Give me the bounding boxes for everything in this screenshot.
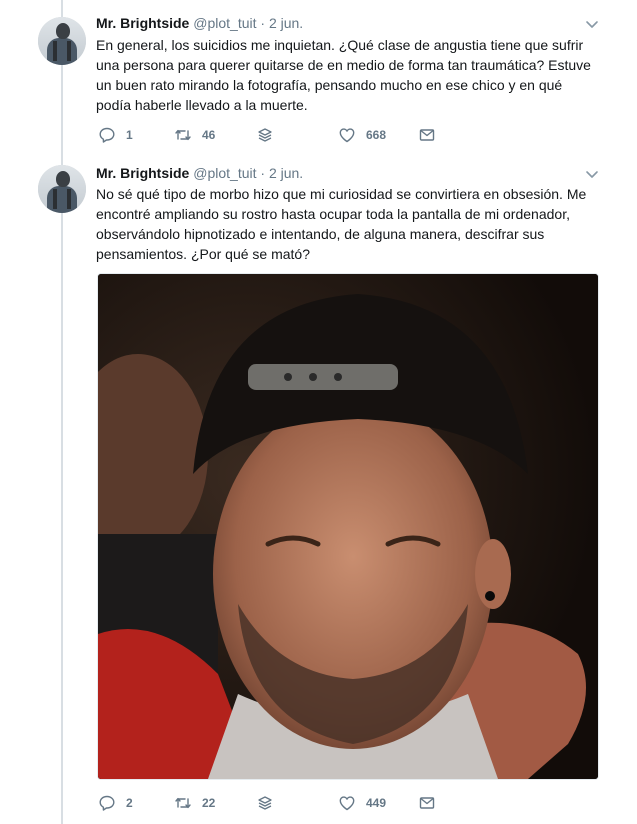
chevron-down-icon[interactable] xyxy=(585,17,599,31)
photo-illustration xyxy=(98,274,598,779)
analytics-icon xyxy=(258,796,272,810)
direct-message-icon xyxy=(419,129,435,141)
tweet-text-line: un buen rato mirando la fotografía, pens… xyxy=(96,77,563,93)
avatar[interactable] xyxy=(38,17,86,65)
tweet-text-line: encontré ampliando su rostro hasta ocupa… xyxy=(96,206,570,222)
retweet-button[interactable]: 46 xyxy=(174,125,215,145)
retweet-count: 46 xyxy=(202,128,216,142)
separator-dot: · xyxy=(260,165,266,181)
tweet-photo[interactable] xyxy=(97,273,599,780)
retweet-icon xyxy=(175,129,191,141)
reply-button[interactable]: 2 xyxy=(98,793,133,813)
tweet-actions: 2 22 449 xyxy=(96,793,516,813)
tweet-header: Mr. Brightside @plot_tuit · 2 jun. xyxy=(96,164,303,182)
like-count: 668 xyxy=(366,128,387,142)
like-button[interactable]: 449 xyxy=(338,793,386,813)
author-name[interactable]: Mr. Brightside xyxy=(96,165,189,181)
heart-icon xyxy=(339,128,355,143)
heart-icon xyxy=(339,796,355,811)
retweet-count: 22 xyxy=(202,796,216,810)
author-handle[interactable]: @plot_tuit xyxy=(193,165,256,181)
separator-dot: · xyxy=(260,15,266,31)
tweet[interactable]: Mr. Brightside @plot_tuit · 2 jun. En ge… xyxy=(0,0,637,155)
tweet-date[interactable]: 2 jun. xyxy=(269,165,303,181)
avatar[interactable] xyxy=(38,165,86,213)
tweet-actions: 1 46 668 xyxy=(96,125,516,145)
retweet-button[interactable]: 22 xyxy=(174,793,215,813)
retweet-icon xyxy=(175,797,191,809)
author-name[interactable]: Mr. Brightside xyxy=(96,15,189,31)
like-count: 449 xyxy=(366,796,387,810)
analytics-button[interactable] xyxy=(256,793,274,813)
direct-message-icon xyxy=(419,797,435,809)
analytics-icon xyxy=(258,128,272,142)
tweet-text-line: podía haberle llevado a la muerte. xyxy=(96,97,308,113)
tweet-text-line: observándolo hipnotizado e intentando, d… xyxy=(96,226,545,242)
reply-count: 1 xyxy=(126,128,133,142)
tweet[interactable]: Mr. Brightside @plot_tuit · 2 jun. No sé… xyxy=(0,155,637,824)
tweet-text-line: una persona para querer quitarse de en m… xyxy=(96,57,591,73)
direct-message-button[interactable] xyxy=(418,125,436,145)
direct-message-button[interactable] xyxy=(418,793,436,813)
chevron-down-icon[interactable] xyxy=(585,167,599,181)
reply-icon xyxy=(99,127,115,143)
tweet-text: En general, los suicidios me inquietan. … xyxy=(96,35,602,115)
tweet-text-line: En general, los suicidios me inquietan. … xyxy=(96,37,584,53)
tweet-date[interactable]: 2 jun. xyxy=(269,15,303,31)
tweet-text-line: No sé qué tipo de morbo hizo que mi curi… xyxy=(96,186,587,202)
reply-icon xyxy=(99,795,115,811)
tweet-text: No sé qué tipo de morbo hizo que mi curi… xyxy=(96,184,602,264)
analytics-button[interactable] xyxy=(256,125,274,145)
tweet-header: Mr. Brightside @plot_tuit · 2 jun. xyxy=(96,14,303,32)
reply-button[interactable]: 1 xyxy=(98,125,133,145)
like-button[interactable]: 668 xyxy=(338,125,386,145)
tweet-text-line: pensamientos. ¿Por qué se mató? xyxy=(96,246,311,262)
author-handle[interactable]: @plot_tuit xyxy=(193,15,256,31)
reply-count: 2 xyxy=(126,796,133,810)
